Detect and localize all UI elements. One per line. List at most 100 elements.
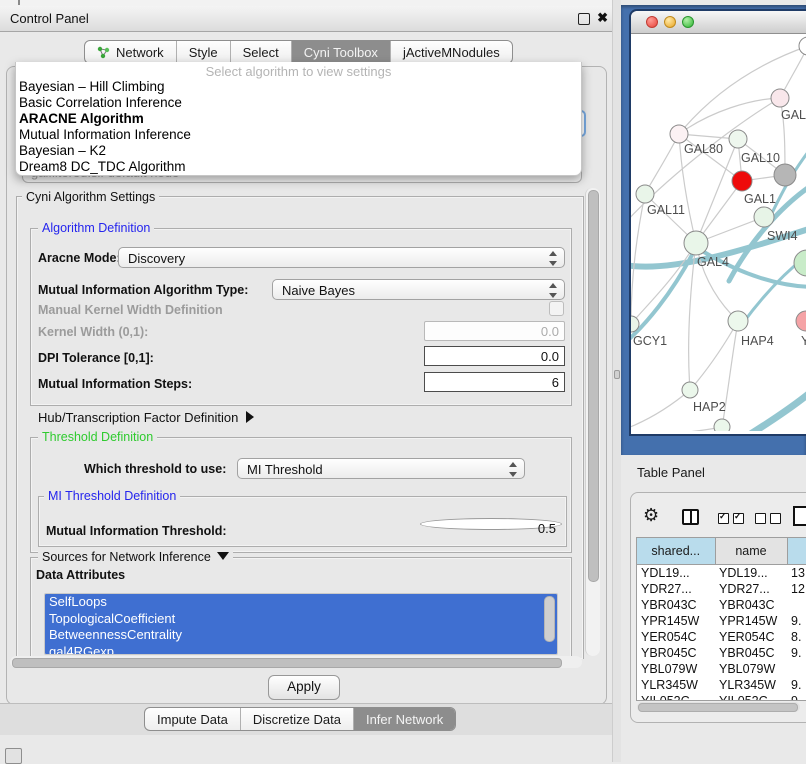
node-label: GAL <box>781 108 806 122</box>
network-node-gal1[interactable] <box>732 171 752 191</box>
which-threshold-combo[interactable]: MI Threshold <box>237 458 525 479</box>
select-all-checkboxes-icon[interactable] <box>718 513 744 524</box>
algorithm-option[interactable]: Basic Correlation Inference <box>16 95 581 111</box>
table-cell: YPR145W <box>637 613 715 629</box>
attribute-item[interactable]: gal4RGexp <box>45 644 557 656</box>
tab-discretize-data[interactable]: Discretize Data <box>241 708 354 730</box>
table-cell: YER054C <box>715 629 787 645</box>
stepper-icon <box>548 283 557 298</box>
network-canvas[interactable]: GALGAL80GAL10GAL1GAL11SWI4GAL4GCY1HAP4YH… <box>631 33 806 431</box>
manual-kernel-checkbox[interactable] <box>549 301 564 316</box>
table-row[interactable]: YER054CYER054C8. <box>637 629 806 645</box>
table-cell: YBR045C <box>715 645 787 661</box>
zoom-traffic-light-icon[interactable] <box>682 16 694 28</box>
algorithm-option[interactable]: Bayesian – K2 <box>16 143 581 159</box>
settings-horizontal-scrollbar[interactable] <box>10 656 582 668</box>
scroll-thumb[interactable] <box>12 658 562 668</box>
aracne-mode-combo[interactable]: Discovery <box>118 247 565 268</box>
table-header-row[interactable]: shared...nameA <box>637 538 806 565</box>
network-node-swi4[interactable] <box>754 207 774 227</box>
tab-impute-data[interactable]: Impute Data <box>145 708 241 730</box>
network-node-gal80[interactable] <box>670 125 688 143</box>
attribute-item[interactable]: SelfLoops <box>45 594 557 611</box>
apply-button[interactable]: Apply <box>268 675 340 700</box>
table-horizontal-scrollbar[interactable] <box>637 702 800 712</box>
float-window-icon[interactable] <box>578 13 590 25</box>
document-icon[interactable] <box>793 506 806 526</box>
network-window-titlebar[interactable] <box>631 11 806 34</box>
tab-network[interactable]: Network <box>85 41 177 63</box>
threshold-definition-legend: Threshold Definition <box>38 430 157 444</box>
table-cell: YBL079W <box>715 661 787 677</box>
data-attributes-label: Data Attributes <box>36 568 125 582</box>
dpi-tolerance-input[interactable]: 0.0 <box>424 346 565 366</box>
column-layout-icon[interactable] <box>682 509 699 525</box>
mi-type-combo[interactable]: Naive Bayes <box>272 279 565 300</box>
panel-grip-tick <box>18 0 20 5</box>
scroll-thumb[interactable] <box>638 703 798 712</box>
column-header[interactable]: shared... <box>637 538 715 565</box>
tab-cyni-toolbox[interactable]: Cyni Toolbox <box>292 41 391 63</box>
tab-jactivemnodules[interactable]: jActiveMNodules <box>391 41 512 63</box>
mi-threshold-input[interactable]: 0.5 <box>420 518 562 530</box>
data-attribute-items: SelfLoopsTopologicalCoefficientBetweenne… <box>45 594 557 655</box>
column-header[interactable]: name <box>715 538 787 565</box>
tab-select[interactable]: Select <box>231 41 292 63</box>
settings-vertical-scrollbar[interactable] <box>585 188 600 656</box>
node-table[interactable]: shared...nameA YDL19...YDL19...13YDR27..… <box>636 537 806 701</box>
network-node-hap4[interactable] <box>728 311 748 331</box>
deselect-all-checkboxes-icon[interactable] <box>755 513 781 524</box>
network-node[interactable] <box>774 164 796 186</box>
attribute-item[interactable]: BetweennessCentrality <box>45 627 557 644</box>
attribute-item[interactable]: TopologicalCoefficient <box>45 611 557 628</box>
table-cell: YDR27... <box>715 581 787 597</box>
network-node-hap2[interactable] <box>682 382 698 398</box>
algorithm-option[interactable]: ARACNE Algorithm <box>16 111 581 127</box>
tab-style[interactable]: Style <box>177 41 231 63</box>
hub-section-toggle[interactable]: Hub/Transcription Factor Definition <box>38 410 254 425</box>
table-cell: 13 <box>787 565 806 582</box>
gear-icon[interactable]: ⚙ <box>643 505 659 525</box>
mi-threshold-label: Mutual Information Threshold: <box>46 524 227 538</box>
node-label: GAL10 <box>741 151 780 165</box>
table-row[interactable]: YDR27...YDR27...12 <box>637 581 806 597</box>
network-node-gal[interactable] <box>771 89 789 107</box>
network-node[interactable] <box>799 37 806 55</box>
close-traffic-light-icon[interactable] <box>646 16 658 28</box>
algorithm-option[interactable]: Bayesian – Hill Climbing <box>16 79 581 95</box>
table-row[interactable]: YDL19...YDL19...13 <box>637 565 806 582</box>
column-header[interactable]: A <box>787 538 806 565</box>
algorithm-dropdown-list: Select algorithm to view settings Bayesi… <box>15 62 582 176</box>
scroll-thumb[interactable] <box>588 190 599 582</box>
control-panel-titlebar: Control Panel ✖ <box>0 6 612 32</box>
network-node-y[interactable] <box>796 311 806 331</box>
table-row[interactable]: YBR045CYBR045C9. <box>637 645 806 661</box>
data-attributes-list[interactable]: SelfLoopsTopologicalCoefficientBetweenne… <box>44 593 558 655</box>
network-node[interactable] <box>794 250 806 276</box>
algorithm-option[interactable]: Mutual Information Inference <box>16 127 581 143</box>
divider-handle[interactable] <box>614 370 620 379</box>
minimize-traffic-light-icon[interactable] <box>664 16 676 28</box>
kernel-width-input[interactable]: 0.0 <box>424 321 565 341</box>
network-node[interactable] <box>714 419 730 431</box>
network-node-gal10[interactable] <box>729 130 747 148</box>
network-node-gal4[interactable] <box>684 231 708 255</box>
close-icon[interactable]: ✖ <box>597 10 608 26</box>
tab-infer-network[interactable]: Infer Network <box>354 708 455 730</box>
table-row[interactable]: YPR145WYPR145W9. <box>637 613 806 629</box>
list-scrollbar[interactable] <box>544 596 555 642</box>
table-row[interactable]: YBR043CYBR043C <box>637 597 806 613</box>
table-row[interactable]: YIL052CYIL052C9 <box>637 693 806 701</box>
expand-right-icon <box>246 411 254 423</box>
table-row[interactable]: YBL079WYBL079W <box>637 661 806 677</box>
collapse-down-icon <box>217 552 229 560</box>
node-label: GAL4 <box>697 255 729 269</box>
network-node-gal11[interactable] <box>636 185 654 203</box>
table-row[interactable]: YLR345WYLR345W9. <box>637 677 806 693</box>
algorithm-option[interactable]: Dream8 DC_TDC Algorithm <box>16 159 581 175</box>
network-edge <box>631 243 696 324</box>
table-cell <box>787 661 806 677</box>
sources-legend[interactable]: Sources for Network Inference <box>38 550 233 564</box>
table-cell: YLR345W <box>637 677 715 693</box>
mi-steps-input[interactable]: 6 <box>424 372 565 392</box>
